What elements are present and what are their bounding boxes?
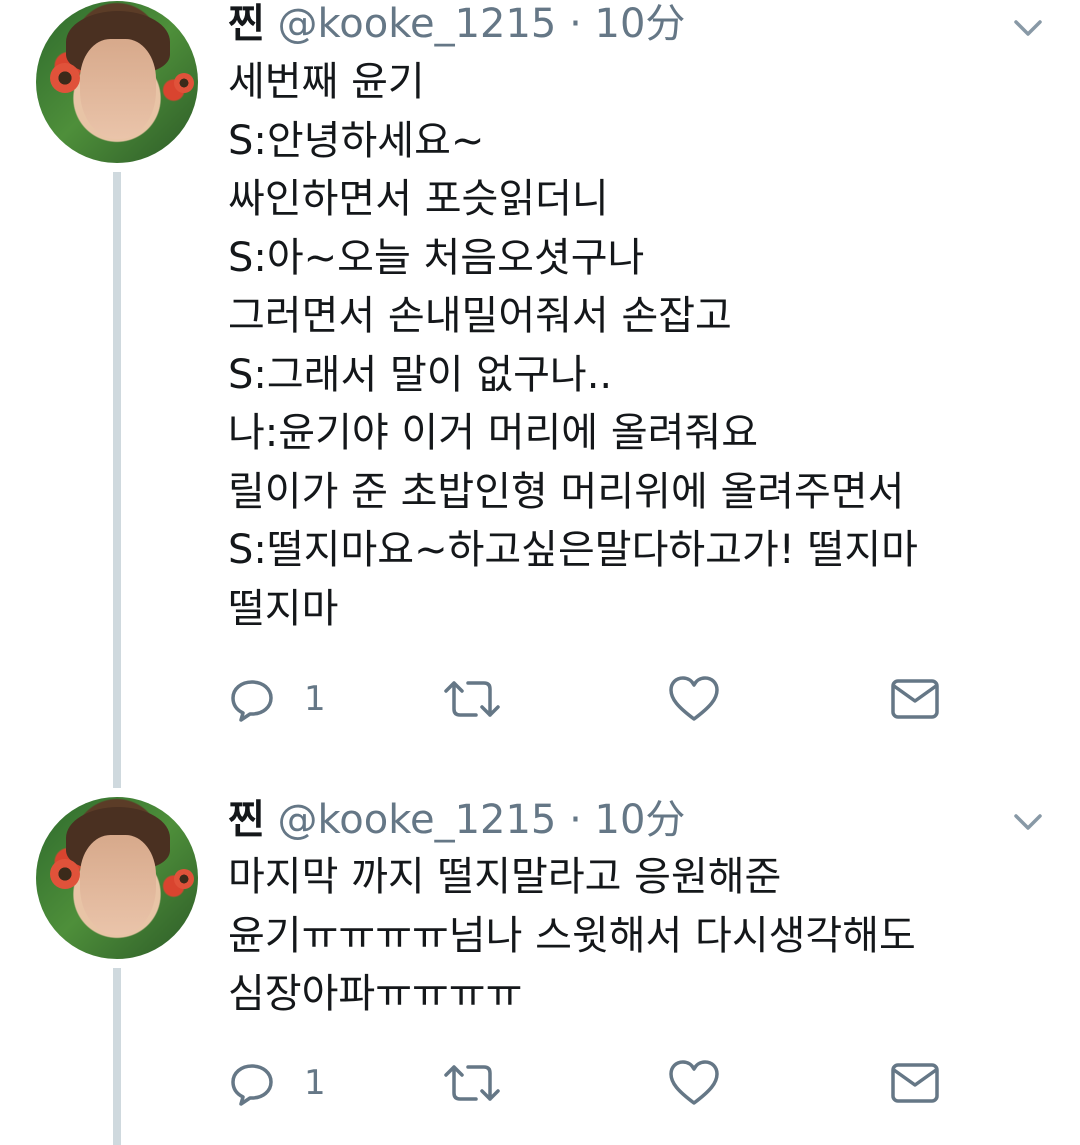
header-separator: · (569, 1, 582, 47)
tweet-actions: 1 (228, 1058, 948, 1108)
direct-message-icon (891, 679, 939, 719)
retweet-button[interactable] (442, 674, 502, 724)
reply-count: 1 (304, 1063, 326, 1103)
tweet-text: 세번째 윤기 S:안녕하세요~ 싸인하면서 포슷읽더니 S:아~오늘 처음오셧구… (228, 53, 918, 638)
chevron-down-icon[interactable] (1010, 10, 1046, 46)
tweet-text-line: S:떨지마요~하고싶은말다하고가! 떨지마 (228, 527, 918, 573)
direct-message-icon (891, 1063, 939, 1103)
avatar[interactable] (36, 797, 198, 959)
avatar-flower (50, 859, 80, 889)
tweet-text-line: 나:윤기야 이거 머리에 올려줘요 (228, 410, 759, 456)
thread-connector-line (113, 172, 121, 788)
thread-connector-line (113, 968, 121, 1145)
header-separator: · (569, 797, 582, 843)
retweet-button[interactable] (442, 1058, 502, 1108)
author-name[interactable]: 찐 (228, 797, 265, 843)
tweet-text: 마지막 까지 떨지말라고 응원해준 윤기ㅠㅠㅠㅠ넘나 스윗해서 다시생각해도 심… (228, 848, 916, 1024)
author-name[interactable]: 찐 (228, 1, 265, 47)
retweet-icon (444, 681, 500, 717)
tweet-text-line: 떨지마 (228, 585, 339, 632)
avatar-flower (174, 869, 194, 889)
tweet-timestamp[interactable]: 10分 (595, 797, 686, 843)
retweet-icon (444, 1065, 500, 1101)
tweet-text-line: S:안녕하세요~ (228, 117, 485, 164)
reply-icon (231, 680, 273, 722)
avatar-flower (174, 73, 194, 93)
reply-icon (231, 1064, 273, 1106)
tweet-text-line: 세번째 윤기 (228, 59, 425, 105)
avatar-flower (50, 63, 80, 93)
tweet-text-line: 마지막 까지 떨지말라고 응원해준 (228, 854, 782, 900)
tweet-text-line: 그러면서 손내밀어줘서 손잡고 (228, 293, 732, 339)
tweet-text-line: 심장아파ㅠㅠㅠㅠ (228, 971, 523, 1017)
tweet-header: 찐 @kooke_1215 · 10分 (228, 0, 685, 48)
tweet-actions: 1 (228, 674, 948, 724)
tweet-text-line: 싸인하면서 포슷읽더니 (228, 176, 609, 222)
reply-count: 1 (304, 679, 326, 719)
avatar[interactable] (36, 1, 198, 163)
direct-message-button[interactable] (890, 674, 940, 724)
tweet-timestamp[interactable]: 10分 (595, 1, 686, 47)
tweet-text-line: S:아~오늘 처음오셧구나 (228, 234, 645, 281)
like-icon (669, 1060, 719, 1105)
tweet-text-line: 릴이가 준 초밥인형 머리위에 올려주면서 (228, 468, 905, 515)
like-icon (669, 676, 719, 721)
like-button[interactable] (668, 674, 720, 724)
author-handle[interactable]: @kooke_1215 (278, 1, 557, 47)
tweet-header: 찐 @kooke_1215 · 10分 (228, 796, 685, 844)
avatar-face (80, 39, 156, 139)
author-handle[interactable]: @kooke_1215 (278, 797, 557, 843)
direct-message-button[interactable] (890, 1058, 940, 1108)
reply-button[interactable]: 1 (228, 1058, 326, 1108)
chevron-down-icon[interactable] (1010, 804, 1046, 840)
tweet-text-line: 윤기ㅠㅠㅠㅠ넘나 스윗해서 다시생각해도 (228, 912, 916, 959)
avatar-face (80, 835, 156, 935)
like-button[interactable] (668, 1058, 720, 1108)
tweet-text-line: S:그래서 말이 없구나.. (228, 351, 613, 398)
reply-button[interactable]: 1 (228, 674, 326, 724)
